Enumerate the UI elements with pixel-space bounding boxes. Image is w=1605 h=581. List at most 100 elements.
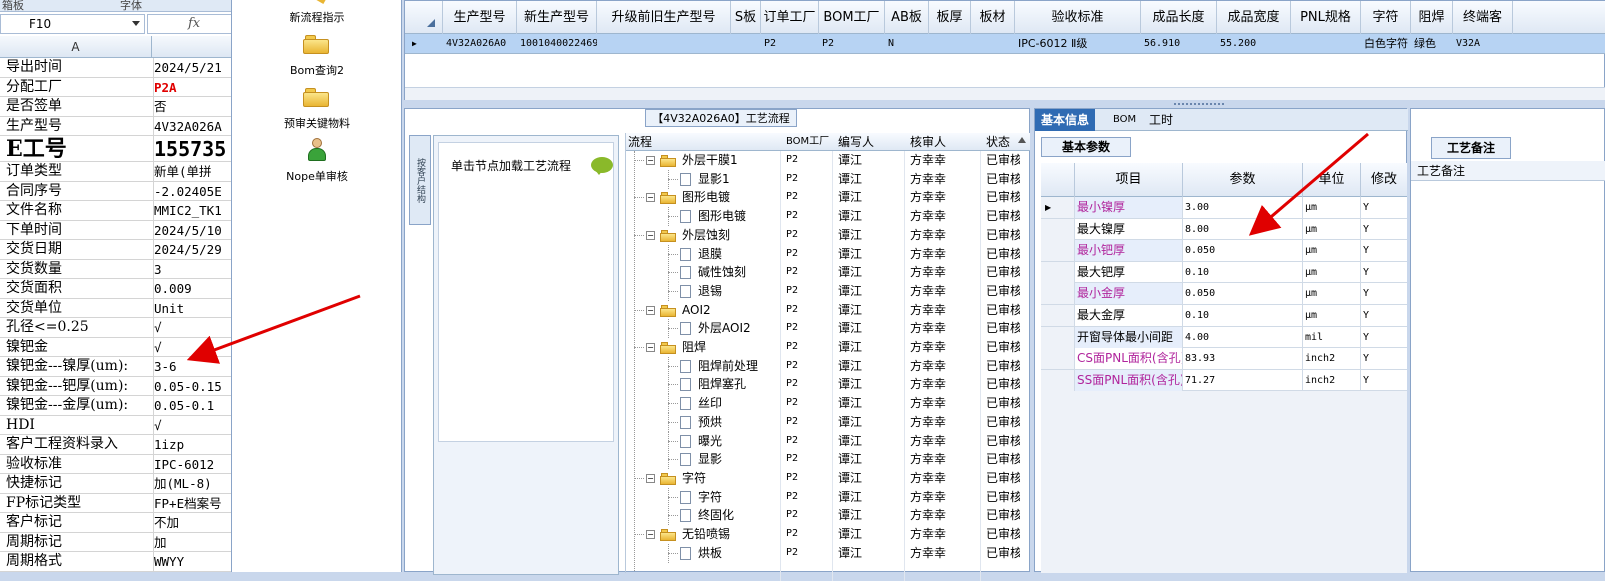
menu-item-new-flow[interactable]: 新流程指示 [232,9,402,25]
param-modify[interactable]: Y [1361,240,1407,261]
folder-icon[interactable] [303,34,329,54]
row-selector[interactable] [1041,369,1075,391]
tree-node[interactable]: 字符 P2 谭江 方幸幸 已审核 [626,487,1030,507]
sheet-cell-key[interactable]: 导出时间 [6,58,62,77]
param-value[interactable]: 0.050 [1183,240,1303,262]
tree-node[interactable]: 阻焊塞孔 P2 谭江 方幸幸 已审核 [626,375,1030,395]
param-modify[interactable]: Y [1361,370,1407,391]
tree-node[interactable]: 显影1 P2 谭江 方幸幸 已审核 [626,169,1030,189]
sheet-row[interactable]: 交货面积 0.009 [0,279,231,299]
param-unit[interactable]: μm [1303,305,1361,326]
col-reviewer[interactable]: 核审人 [910,133,946,151]
sheet-row[interactable]: 生产型号 4V32A026A [0,116,231,136]
folder-icon[interactable] [303,87,329,107]
tab-process-notes[interactable]: 工艺备注 [1431,137,1511,159]
sheet-row[interactable]: E工号 155735 [0,136,231,162]
grid-cell[interactable]: 10010400224699 [517,34,597,54]
param-item[interactable]: 最大镍厚 [1075,218,1183,240]
sheet-cell-value[interactable]: P2A [153,77,231,97]
sheet-row[interactable]: 周期标记 加 [0,532,231,552]
grid-col-header[interactable]: BOM工厂 [819,1,885,34]
tab-basic-info[interactable]: 基本信息 [1035,109,1096,131]
sheet-cell-value[interactable]: 新单(单拼 [153,162,231,181]
tree-node[interactable]: 阻焊前处理 P2 谭江 方幸幸 已审核 [626,356,1030,376]
param-item[interactable]: CS面PNL面积(含孔) [1075,348,1183,370]
sheet-cell-key[interactable]: 是否签单 [6,97,62,116]
tree-node[interactable]: − 无铅喷锡 P2 谭江 方幸幸 已审核 [626,525,1030,544]
param-item[interactable]: 最小金厚 [1075,283,1183,305]
sheet-cell-key[interactable]: 订单类型 [6,162,62,181]
sheet-cell-value[interactable]: 否 [153,97,231,116]
sheet-row[interactable]: 是否签单 否 [0,97,231,117]
grid-col-header[interactable]: 字符 [1361,1,1411,34]
sheet-cell-value[interactable]: 2024/5/10 [153,220,231,240]
sheet-cell-key[interactable]: E工号 [6,136,67,162]
row-selector[interactable] [1041,218,1075,240]
sheet-cell-key[interactable]: 分配工厂 [6,78,62,97]
collapse-icon[interactable]: − [646,343,655,352]
user-icon[interactable] [306,138,328,164]
sheet-cell-key[interactable]: 镍钯金---金厚(um): [6,396,128,415]
row-selector-header[interactable] [405,1,443,34]
sheet-cell-value[interactable]: 1izp [153,435,231,454]
param-modify[interactable]: Y [1361,348,1407,369]
param-item[interactable]: SS面PNL面积(含孔) [1075,369,1183,391]
sheet-cell-value[interactable]: 3-6 [153,357,231,376]
grid-cell[interactable]: 4V32A026A0 [443,34,517,54]
param-item[interactable]: 最小镍厚 [1075,197,1183,218]
row-selector-header[interactable] [1041,163,1075,197]
sheet-cell-key[interactable]: 交货数量 [6,260,62,279]
tree-node[interactable]: − 外层蚀刻 P2 谭江 方幸幸 已审核 [626,226,1030,245]
collapse-icon[interactable]: − [646,305,655,315]
tree-node[interactable]: 退膜 P2 谭江 方幸幸 已审核 [626,244,1030,264]
tab-bom[interactable]: BOM [1107,109,1142,131]
col-param[interactable]: 参数 [1183,163,1303,197]
param-unit[interactable]: inch2 [1303,348,1361,370]
grid-col-header[interactable]: 板材 [971,1,1015,34]
grid-col-header[interactable]: 验收标准 [1015,1,1141,34]
sheet-cell-value[interactable]: -2.02405E [153,181,231,201]
param-unit[interactable]: μm [1303,218,1361,240]
name-box[interactable]: F10 [0,14,145,34]
sheet-cell-key[interactable]: 合同序号 [6,182,62,201]
sheet-cell-value[interactable]: FP+E档案号 [153,493,231,513]
grid-cell[interactable]: 56.910 [1141,34,1217,54]
param-modify[interactable]: Y [1361,219,1407,240]
sheet-cell-key[interactable]: 镍钯金---镍厚(um): [6,357,128,376]
menu-item-bom-query[interactable]: Bom查询2 [232,62,402,78]
params-row[interactable]: ▶ 最小镍厚 3.00 μm Y [1041,197,1407,219]
param-modify[interactable]: Y [1361,197,1407,218]
params-row[interactable]: CS面PNL面积(含孔) 83.93 inch2 Y [1041,348,1407,370]
tree-node[interactable]: 烘板 P2 谭江 方幸幸 已审核 [626,543,1030,563]
grid-cell[interactable]: N [885,34,929,54]
load-hint-box[interactable]: 单击节点加载工艺流程 [438,142,614,442]
grid-cell[interactable]: 白色字符 [1361,34,1411,54]
sheet-cell-value[interactable]: 不加 [153,513,231,532]
param-value[interactable]: 83.93 [1183,348,1303,370]
sheet-cell-key[interactable]: 周期格式 [6,552,62,571]
sheet-row[interactable]: 镍钯金 √ [0,337,231,357]
tab-basic-params[interactable]: 基本参数 [1041,137,1131,157]
grid-cell[interactable] [929,34,971,54]
tree-node[interactable]: − 字符 P2 谭江 方幸幸 已审核 [626,469,1030,488]
sheet-cell-value[interactable]: √ [153,337,231,357]
param-unit[interactable]: μm [1303,261,1361,283]
param-modify[interactable]: Y [1361,283,1407,304]
params-row[interactable]: 最小金厚 0.050 μm Y [1041,283,1407,305]
sheet-cell-key[interactable]: 交货面积 [6,279,62,298]
sheet-cell-value[interactable]: 0.05-0.15 [153,376,231,396]
sheet-cell-value[interactable]: 加(ML-8) [153,474,231,493]
sheet-cell-value[interactable]: 155735 [153,136,231,162]
tree-node[interactable]: − 外层干膜1 P2 谭江 方幸幸 已审核 [626,151,1030,170]
splitter[interactable] [404,100,1605,108]
grid-col-header[interactable]: 订单工厂 [761,1,819,34]
scroll-up-icon[interactable] [1018,137,1026,143]
grid-cell[interactable]: 55.200 [1217,34,1291,54]
tree-node[interactable]: 终固化 P2 谭江 方幸幸 已审核 [626,506,1030,526]
sheet-row[interactable]: 周期格式 WWYY [0,552,231,572]
sheet-cell-value[interactable]: 0.05-0.1 [153,396,231,415]
grid-cell[interactable] [1291,34,1361,54]
param-unit[interactable]: μm [1303,240,1361,262]
grid-cell[interactable] [731,34,761,54]
tree-node[interactable]: 曝光 P2 谭江 方幸幸 已审核 [626,431,1030,451]
